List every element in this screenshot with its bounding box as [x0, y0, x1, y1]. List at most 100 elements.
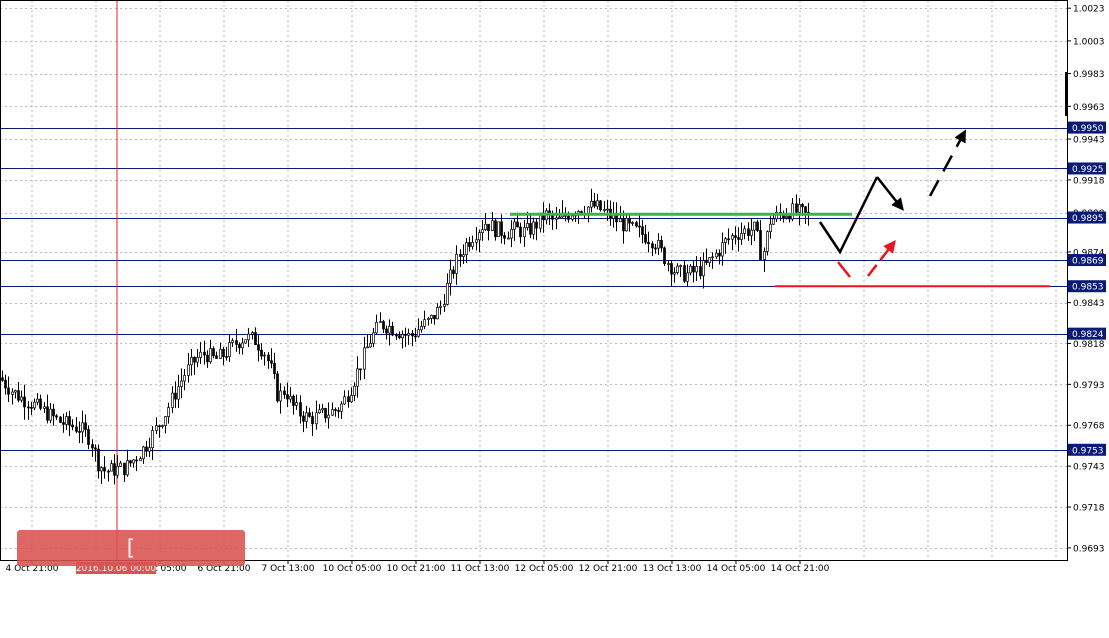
candle-body — [497, 221, 500, 238]
candle-body — [452, 269, 455, 274]
candle-body — [491, 220, 494, 232]
y-tick-label: 0.9963 — [1073, 103, 1105, 113]
x-tick-label: 13 Oct 13:00 — [643, 564, 702, 574]
candle-body — [494, 220, 497, 238]
candle-body — [641, 226, 644, 235]
candle-body — [683, 265, 686, 282]
candle-body — [107, 470, 110, 473]
candle-body — [708, 257, 711, 263]
candle-body — [228, 342, 231, 358]
candle-body — [619, 218, 622, 223]
candle-body — [263, 354, 266, 357]
y-tick-label: 0.9983 — [1073, 70, 1105, 80]
candle-body — [667, 263, 670, 265]
candle-body — [123, 462, 126, 476]
candle-body — [318, 409, 321, 414]
candle-body — [734, 235, 737, 238]
candle-body — [679, 265, 682, 267]
candle-body — [599, 200, 602, 211]
candle-body — [257, 344, 260, 351]
watermark: [ www.instaforex.com ] — [17, 530, 245, 632]
candle-body — [283, 390, 286, 395]
candle-body — [756, 221, 759, 231]
y-tick-label: 1.0003 — [1073, 37, 1105, 47]
candle-body — [465, 242, 468, 256]
candle-body — [759, 230, 762, 260]
candle-body — [180, 380, 183, 388]
candle-body — [164, 416, 167, 426]
candle-body — [135, 459, 138, 462]
candle-body — [251, 332, 254, 335]
candle-body — [363, 347, 366, 370]
forecast-arrow-pullback — [876, 176, 904, 211]
plot-frame — [0, 0, 1068, 561]
y-tick-label: 0.9718 — [1073, 504, 1105, 514]
candle-body — [763, 251, 766, 260]
candle-body — [657, 240, 660, 249]
candle-body — [171, 392, 174, 408]
chart-canvas: 1.0023 1.0003 0.9983 0.9963 0.9943 0.9918 0.98… — [0, 0, 1106, 574]
candle-body — [174, 392, 177, 400]
candle-body — [590, 200, 593, 208]
candle-body — [209, 348, 212, 363]
candle-body — [593, 200, 596, 207]
candle-body — [407, 332, 410, 336]
candle-body — [254, 332, 257, 346]
candle-body — [110, 463, 113, 472]
candle-body — [292, 395, 295, 406]
candle-body — [295, 402, 298, 406]
candle-body — [286, 394, 289, 400]
candle-body — [4, 379, 7, 389]
candle-body — [225, 356, 228, 358]
candle-body — [308, 412, 311, 417]
candle-body — [449, 269, 452, 284]
candle-body — [462, 254, 465, 257]
level-price-label: 0.9869 — [1072, 257, 1104, 267]
candle-body — [631, 222, 634, 224]
candle-body — [155, 425, 158, 431]
candle-body — [235, 340, 238, 345]
candle-body — [388, 325, 391, 334]
candle-body — [33, 401, 36, 409]
candle-body — [398, 335, 401, 339]
candle-body — [747, 228, 750, 236]
candle-body — [791, 203, 794, 220]
candle-body — [663, 247, 666, 264]
candle-body — [167, 407, 170, 417]
y-tick-label: 0.9793 — [1073, 381, 1105, 391]
candle-body — [203, 351, 206, 356]
candle-body — [478, 232, 481, 241]
candle-body — [340, 403, 343, 412]
candle-body — [68, 416, 71, 426]
candle-body — [350, 395, 353, 403]
candle-body — [686, 272, 689, 282]
candle-body — [129, 460, 132, 464]
candle-body — [519, 226, 522, 238]
candle-body — [324, 408, 327, 419]
candle-body — [375, 322, 378, 334]
candle-body — [795, 203, 798, 213]
candle-body — [161, 425, 164, 427]
candle-body — [625, 217, 628, 232]
candle-body — [558, 216, 561, 219]
candle-body — [523, 227, 526, 238]
candle-body — [30, 407, 33, 409]
candle-body — [267, 354, 270, 362]
candle-body — [798, 204, 801, 213]
candle-body — [423, 319, 426, 327]
candle-body — [721, 242, 724, 257]
candle-body — [638, 225, 641, 228]
candle-body — [62, 422, 65, 425]
level-price-label: 0.9824 — [1072, 330, 1104, 340]
candle-body — [299, 402, 302, 417]
candle-body — [715, 252, 718, 258]
candle-body — [52, 408, 55, 417]
candle-body — [801, 204, 804, 208]
y-tick-label: 0.9818 — [1073, 340, 1105, 350]
candle-body — [78, 431, 81, 433]
candle-body — [100, 467, 103, 472]
candle-body — [468, 242, 471, 247]
candle-body — [279, 390, 282, 402]
candle-body — [692, 265, 695, 273]
candle-body — [654, 247, 657, 250]
